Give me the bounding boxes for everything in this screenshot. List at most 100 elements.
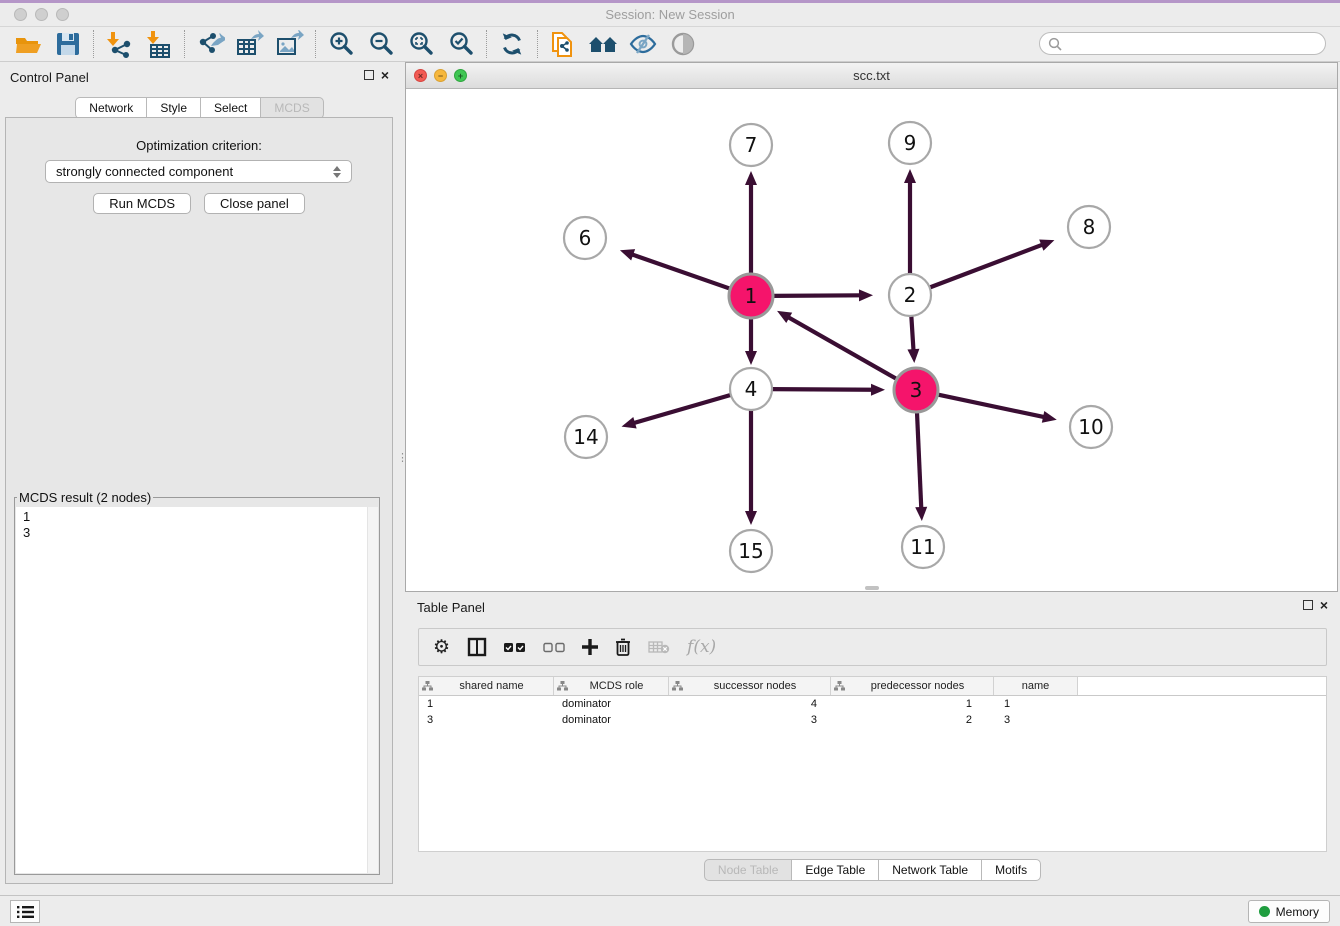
cell-successor-nodes[interactable]: 4 bbox=[669, 698, 831, 710]
network-graph[interactable]: 1234678910111415 bbox=[406, 89, 1337, 591]
homes-icon bbox=[587, 31, 619, 57]
tab-select[interactable]: Select bbox=[200, 97, 261, 119]
search-field[interactable] bbox=[1039, 32, 1326, 55]
graph-edge-1-2[interactable] bbox=[772, 295, 862, 296]
tab-network[interactable]: Network bbox=[75, 97, 147, 119]
criterion-select[interactable]: strongly connected component bbox=[45, 160, 352, 183]
checked-boxes-icon bbox=[504, 642, 526, 653]
column-header-successor-nodes[interactable]: successor nodes bbox=[669, 677, 831, 695]
table-row[interactable]: 3 dominator 3 2 3 bbox=[419, 712, 1326, 728]
cell-name[interactable]: 3 bbox=[994, 714, 1078, 726]
column-header-mcds-role[interactable]: MCDS role bbox=[554, 677, 669, 695]
table-row[interactable]: 1 dominator 4 1 1 bbox=[419, 696, 1326, 712]
column-header-predecessor-nodes[interactable]: predecessor nodes bbox=[831, 677, 994, 695]
cell-successor-nodes[interactable]: 3 bbox=[669, 714, 831, 726]
open-session-button[interactable] bbox=[8, 29, 48, 60]
export-network-button[interactable] bbox=[190, 29, 230, 60]
column-header-name[interactable]: name bbox=[994, 677, 1078, 695]
close-panel-icon[interactable]: × bbox=[381, 70, 389, 80]
graph-node-label: 6 bbox=[579, 226, 592, 250]
column-header-shared-name[interactable]: shared name bbox=[419, 677, 554, 695]
graph-edge-3-10[interactable] bbox=[937, 394, 1046, 417]
zoom-in-button[interactable] bbox=[321, 29, 361, 60]
graph-edge-4-14[interactable] bbox=[632, 395, 732, 424]
network-view-window: × − + scc.txt 1234678910111415 bbox=[405, 62, 1338, 592]
show-columns-button[interactable] bbox=[467, 637, 487, 657]
cell-mcds-role[interactable]: dominator bbox=[554, 698, 669, 710]
zoom-selected-button[interactable] bbox=[441, 29, 481, 60]
network-scrollbar-handle[interactable] bbox=[865, 586, 879, 590]
delete-table-button[interactable] bbox=[648, 640, 670, 654]
graph-node-label: 4 bbox=[745, 377, 758, 401]
duplicate-network-button[interactable] bbox=[543, 29, 583, 60]
memory-button[interactable]: Memory bbox=[1248, 900, 1330, 923]
table-panel: Table Panel × ⚙ f(x) share bbox=[405, 595, 1340, 888]
cell-shared-name[interactable]: 3 bbox=[419, 714, 554, 726]
export-image-button[interactable] bbox=[270, 29, 310, 60]
select-all-columns-button[interactable] bbox=[504, 642, 526, 653]
graph-edge-3-1[interactable] bbox=[787, 316, 898, 379]
graph-node-label: 15 bbox=[738, 539, 763, 563]
column-type-icon bbox=[672, 681, 683, 691]
result-scrollbar[interactable] bbox=[367, 507, 378, 873]
function-builder-button[interactable]: f(x) bbox=[687, 637, 716, 657]
graph-edge-2-8[interactable] bbox=[929, 244, 1044, 288]
unselect-all-columns-button[interactable] bbox=[543, 642, 565, 653]
import-table-button[interactable] bbox=[139, 29, 179, 60]
graph-arrowhead bbox=[907, 349, 919, 363]
export-table-button[interactable] bbox=[230, 29, 270, 60]
column-type-icon bbox=[834, 681, 845, 691]
search-input[interactable] bbox=[1067, 37, 1317, 51]
control-panel-title: Control Panel bbox=[10, 70, 89, 85]
float-panel-icon[interactable] bbox=[364, 70, 374, 80]
graph-edge-2-3[interactable] bbox=[911, 315, 913, 352]
result-line: 3 bbox=[23, 525, 378, 541]
home-view-button[interactable] bbox=[583, 29, 623, 60]
save-session-button[interactable] bbox=[48, 29, 88, 60]
close-table-panel-icon[interactable]: × bbox=[1320, 600, 1328, 610]
tab-edge-table[interactable]: Edge Table bbox=[791, 859, 879, 881]
graph-node-label: 10 bbox=[1078, 415, 1103, 439]
hide-graphics-button[interactable] bbox=[623, 29, 663, 60]
create-column-button[interactable] bbox=[582, 639, 598, 655]
close-panel-button[interactable]: Close panel bbox=[204, 193, 305, 214]
zoom-selected-icon bbox=[447, 30, 475, 58]
column-type-icon bbox=[557, 681, 568, 691]
tab-motifs[interactable]: Motifs bbox=[981, 859, 1041, 881]
network-window-titlebar[interactable]: × − + scc.txt bbox=[406, 63, 1337, 89]
graph-edge-1-6[interactable] bbox=[630, 254, 731, 289]
float-table-panel-icon[interactable] bbox=[1303, 600, 1313, 610]
zoom-in-icon bbox=[327, 30, 355, 58]
graph-edge-3-11[interactable] bbox=[917, 411, 921, 510]
tab-style[interactable]: Style bbox=[146, 97, 201, 119]
mcds-result-text[interactable]: 1 3 bbox=[16, 507, 378, 873]
graph-arrowhead bbox=[1039, 240, 1054, 251]
cell-mcds-role[interactable]: dominator bbox=[554, 714, 669, 726]
refresh-button[interactable] bbox=[492, 29, 532, 60]
cell-name[interactable]: 1 bbox=[994, 698, 1078, 710]
graph-node-label: 11 bbox=[910, 535, 935, 559]
import-network-button[interactable] bbox=[99, 29, 139, 60]
cell-predecessor-nodes[interactable]: 1 bbox=[831, 698, 994, 710]
cell-predecessor-nodes[interactable]: 2 bbox=[831, 714, 994, 726]
trash-icon bbox=[615, 638, 631, 656]
tab-mcds[interactable]: MCDS bbox=[260, 97, 323, 119]
zoom-fit-button[interactable] bbox=[401, 29, 441, 60]
tab-network-table[interactable]: Network Table bbox=[878, 859, 982, 881]
show-tasks-button[interactable] bbox=[10, 900, 40, 923]
network-canvas[interactable]: 1234678910111415 bbox=[406, 89, 1337, 591]
zoom-out-button[interactable] bbox=[361, 29, 401, 60]
birdseye-view-button[interactable] bbox=[663, 29, 703, 60]
tab-node-table[interactable]: Node Table bbox=[704, 859, 793, 881]
plus-icon bbox=[582, 639, 598, 655]
table-settings-button[interactable]: ⚙ bbox=[433, 636, 450, 659]
delete-column-button[interactable] bbox=[615, 638, 631, 656]
toolbar-separator bbox=[93, 30, 94, 58]
search-icon bbox=[1048, 37, 1062, 51]
run-mcds-button[interactable]: Run MCDS bbox=[93, 193, 191, 214]
refresh-icon bbox=[498, 30, 526, 58]
graph-edge-4-3[interactable] bbox=[771, 389, 874, 390]
import-table-icon bbox=[145, 30, 173, 58]
cell-shared-name[interactable]: 1 bbox=[419, 698, 554, 710]
table-panel-title: Table Panel bbox=[417, 600, 485, 615]
